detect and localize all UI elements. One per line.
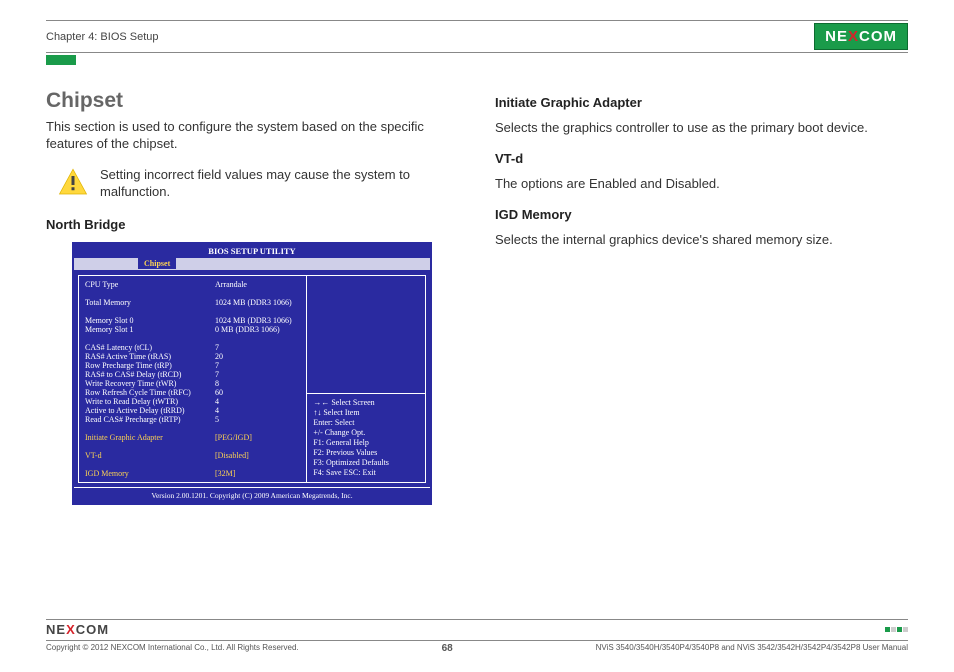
bios-help-line: Enter: Select bbox=[313, 418, 419, 428]
footer-pixel-icon bbox=[885, 627, 908, 632]
bios-info-row: Memory Slot 01024 MB (DDR3 1066) bbox=[85, 316, 300, 325]
bios-info-row: Row Refresh Cycle Time (tRFC)60 bbox=[85, 388, 300, 397]
igd-memory-heading: IGD Memory bbox=[495, 207, 908, 222]
logo-text-pre: NE bbox=[46, 622, 66, 637]
bios-screenshot: BIOS SETUP UTILITY Chipset CPU TypeArran… bbox=[72, 242, 432, 505]
bios-footer: Version 2.00.1201. Copyright (C) 2009 Am… bbox=[74, 487, 430, 503]
logo-text-x: X bbox=[848, 28, 859, 45]
bios-tab-chipset: Chipset bbox=[138, 258, 176, 269]
logo-text-post: COM bbox=[76, 622, 109, 637]
bios-help-line: F4: Save ESC: Exit bbox=[313, 468, 419, 478]
bios-title: BIOS SETUP UTILITY bbox=[74, 244, 430, 258]
logo-text-x: X bbox=[66, 622, 76, 637]
bios-tab-row: Chipset bbox=[74, 258, 430, 271]
logo-text-post: COM bbox=[859, 28, 897, 45]
bios-info-row bbox=[85, 289, 300, 298]
bios-info-row: Read CAS# Precharge (tRTP)5 bbox=[85, 415, 300, 424]
bios-help-line: →← Select Screen bbox=[313, 398, 419, 408]
bios-help-line: F1: General Help bbox=[313, 438, 419, 448]
bios-help-blank bbox=[306, 275, 426, 394]
bios-option-row: IGD Memory[32M] bbox=[85, 469, 300, 478]
copyright-text: Copyright © 2012 NEXCOM International Co… bbox=[46, 643, 299, 654]
warning-icon bbox=[58, 167, 88, 197]
bios-help-line: +/- Change Opt. bbox=[313, 428, 419, 438]
bios-option-row bbox=[85, 460, 300, 469]
bios-help-line: F2: Previous Values bbox=[313, 448, 419, 458]
bios-info-row: Memory Slot 10 MB (DDR3 1066) bbox=[85, 325, 300, 334]
section-title: Chipset bbox=[46, 89, 459, 113]
bios-info-row: RAS# to CAS# Delay (tRCD)7 bbox=[85, 370, 300, 379]
footer-logo: NEXCOM bbox=[46, 622, 109, 637]
bios-info-row bbox=[85, 334, 300, 343]
bios-info-row: Active to Active Delay (tRRD)4 bbox=[85, 406, 300, 415]
initiate-graphic-adapter-text: Selects the graphics controller to use a… bbox=[495, 120, 908, 137]
bios-option-row: VT-d[Disabled] bbox=[85, 451, 300, 460]
vtd-heading: VT-d bbox=[495, 151, 908, 166]
north-bridge-heading: North Bridge bbox=[46, 217, 459, 232]
bios-info-row: CAS# Latency (tCL)7 bbox=[85, 343, 300, 352]
warning-text: Setting incorrect field values may cause… bbox=[100, 167, 459, 201]
bios-help-line: F3: Optimized Defaults bbox=[313, 458, 419, 468]
bios-help-line: ↑↓ Select Item bbox=[313, 408, 419, 418]
manual-reference: NViS 3540/3540H/3540P4/3540P8 and NViS 3… bbox=[596, 643, 908, 654]
bios-option-row: Initiate Graphic Adapter[PEG/IGD] bbox=[85, 433, 300, 442]
brand-logo: NEXCOM bbox=[814, 23, 908, 50]
bios-info-row: Write Recovery Time (tWR)8 bbox=[85, 379, 300, 388]
bios-option-row bbox=[85, 442, 300, 451]
bios-info-row: Write to Read Delay (tWTR)4 bbox=[85, 397, 300, 406]
bios-info-row: Row Precharge Time (tRP)7 bbox=[85, 361, 300, 370]
bios-info-row bbox=[85, 307, 300, 316]
igd-memory-text: Selects the internal graphics device's s… bbox=[495, 232, 908, 249]
initiate-graphic-adapter-heading: Initiate Graphic Adapter bbox=[495, 95, 908, 110]
bios-settings-panel: CPU TypeArrandale Total Memory1024 MB (D… bbox=[78, 275, 306, 483]
logo-text-pre: NE bbox=[825, 28, 848, 45]
chapter-label: Chapter 4: BIOS Setup bbox=[46, 31, 159, 43]
bios-info-row: RAS# Active Time (tRAS)20 bbox=[85, 352, 300, 361]
header-accent-bar bbox=[46, 55, 76, 65]
section-intro: This section is used to configure the sy… bbox=[46, 119, 459, 153]
bios-help-keys: →← Select Screen ↑↓ Select Item Enter: S… bbox=[306, 394, 426, 483]
vtd-text: The options are Enabled and Disabled. bbox=[495, 176, 908, 193]
bios-info-row: CPU TypeArrandale bbox=[85, 280, 300, 289]
bios-info-row: Total Memory1024 MB (DDR3 1066) bbox=[85, 298, 300, 307]
page-number: 68 bbox=[442, 643, 453, 654]
